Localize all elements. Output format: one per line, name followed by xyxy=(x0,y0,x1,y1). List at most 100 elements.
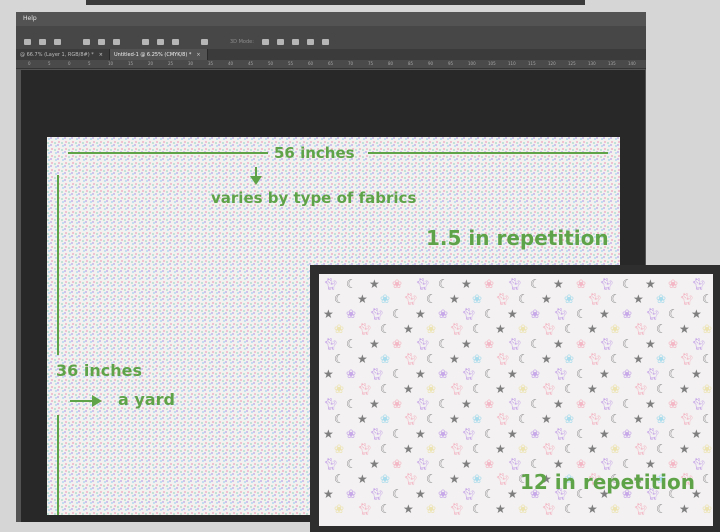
moon-icon: ☾ xyxy=(622,397,633,411)
moon-icon: ☾ xyxy=(438,277,449,291)
paw-icon: ❀ xyxy=(610,442,621,456)
star-icon: ★ xyxy=(645,337,656,351)
ruler-tick-label: 70 xyxy=(348,61,354,66)
width-dimension-line xyxy=(368,152,608,154)
paw-icon: ❀ xyxy=(392,277,403,291)
cat-icon: 🐈︎ xyxy=(645,307,661,321)
distribute-left-icon[interactable] xyxy=(142,39,149,45)
menu-help[interactable]: Help xyxy=(23,15,37,22)
paw-icon: ❀ xyxy=(668,277,679,291)
moon-icon: ☾ xyxy=(518,412,529,426)
tab-label: @ 66.7% (Layer 1, RGB/8#) * xyxy=(20,51,94,58)
cat-icon: 🐈︎ xyxy=(679,352,695,366)
moon-icon: ☾ xyxy=(564,442,575,456)
moon-icon: ☾ xyxy=(392,427,403,441)
paw-icon: ❀ xyxy=(484,397,495,411)
width-label: 56 inches xyxy=(274,144,355,162)
distribute-right-icon[interactable] xyxy=(172,39,179,45)
close-icon[interactable]: × xyxy=(196,52,200,58)
paw-icon: ❀ xyxy=(576,397,587,411)
star-icon: ★ xyxy=(587,502,598,516)
moon-icon: ☾ xyxy=(530,337,541,351)
moon-icon: ☾ xyxy=(576,307,587,321)
cat-icon: 🐈︎ xyxy=(553,307,569,321)
cat-icon: 🐈︎ xyxy=(495,292,511,306)
moon-icon: ☾ xyxy=(484,307,495,321)
star-icon: ★ xyxy=(599,427,610,441)
yard-label: a yard xyxy=(118,390,175,409)
paw-icon: ❀ xyxy=(656,412,667,426)
distribute-center-icon[interactable] xyxy=(157,39,164,45)
star-icon: ★ xyxy=(645,397,656,411)
align-left-icon[interactable] xyxy=(24,39,31,45)
horizontal-ruler[interactable]: 0 5 0 5 10 15 20 25 30 35 40 45 50 55 60 65 70 75 80 85 90 95… xyxy=(16,60,646,69)
moon-icon: ☾ xyxy=(426,412,437,426)
ruler-tick-label: 135 xyxy=(608,61,616,66)
ruler-tick-label: 90 xyxy=(428,61,434,66)
moon-icon: ☾ xyxy=(702,352,713,366)
varies-label: varies by type of fabrics xyxy=(211,189,417,207)
moon-icon: ☾ xyxy=(346,457,357,471)
moon-icon: ☾ xyxy=(334,472,345,486)
large-repetition-label: 12 in repetition xyxy=(520,470,695,494)
align-center-icon[interactable] xyxy=(39,39,46,45)
cat-icon: 🐈︎ xyxy=(403,292,419,306)
cat-icon: 🐈︎ xyxy=(645,367,661,381)
moon-icon: ☾ xyxy=(426,472,437,486)
cat-icon: 🐈︎ xyxy=(369,427,385,441)
star-icon: ★ xyxy=(449,292,460,306)
align-top-icon[interactable] xyxy=(83,39,90,45)
align-middle-icon[interactable] xyxy=(98,39,105,45)
paw-icon: ❀ xyxy=(484,457,495,471)
cat-icon: 🐈︎ xyxy=(495,472,511,486)
down-arrow-icon xyxy=(250,176,262,185)
paw-icon: ❀ xyxy=(438,487,449,501)
cat-icon: 🐈︎ xyxy=(415,397,431,411)
ruler-tick-label: 5 xyxy=(48,61,51,66)
moon-icon: ☾ xyxy=(668,307,679,321)
slide-3d-icon[interactable] xyxy=(306,39,314,45)
star-icon: ★ xyxy=(645,457,656,471)
right-arrow-icon xyxy=(92,395,102,407)
rotate-3d-icon[interactable] xyxy=(261,39,269,45)
close-icon[interactable]: × xyxy=(99,52,103,58)
star-icon: ★ xyxy=(403,502,414,516)
paw-icon: ❀ xyxy=(656,352,667,366)
cat-icon: 🐈︎ xyxy=(541,502,557,516)
roll-3d-icon[interactable] xyxy=(276,39,284,45)
paw-icon: ❀ xyxy=(438,367,449,381)
tab-untitled-1[interactable]: Untitled-1 @ 6.25% (CMYK/8) * × xyxy=(109,49,208,60)
star-icon: ★ xyxy=(587,322,598,336)
cat-icon: 🐈︎ xyxy=(495,412,511,426)
ruler-tick-label: 25 xyxy=(168,61,174,66)
paw-icon: ❀ xyxy=(610,382,621,396)
tab-label: Untitled-1 @ 6.25% (CMYK/8) * xyxy=(113,51,192,58)
moon-icon: ☾ xyxy=(702,412,713,426)
paw-icon: ❀ xyxy=(622,427,633,441)
paw-icon: ❀ xyxy=(564,412,575,426)
paw-icon: ❀ xyxy=(702,322,713,336)
ruler-tick-label: 130 xyxy=(588,61,596,66)
document-tab-bar: @ 66.7% (Layer 1, RGB/8#) * × Untitled-1… xyxy=(16,49,646,60)
star-icon: ★ xyxy=(507,427,518,441)
moon-icon: ☾ xyxy=(576,367,587,381)
auto-align-icon[interactable] xyxy=(201,39,208,45)
paw-icon: ❀ xyxy=(334,322,345,336)
paw-icon: ❀ xyxy=(392,457,403,471)
align-right-icon[interactable] xyxy=(54,39,61,45)
paw-icon: ❀ xyxy=(346,307,357,321)
camera-3d-icon[interactable] xyxy=(321,39,329,45)
height-dimension-line xyxy=(57,175,59,355)
star-icon: ★ xyxy=(679,442,690,456)
drag-3d-icon[interactable] xyxy=(291,39,299,45)
align-bottom-icon[interactable] xyxy=(113,39,120,45)
ruler-tick-label: 15 xyxy=(128,61,134,66)
moon-icon: ☾ xyxy=(472,382,483,396)
paw-icon: ❀ xyxy=(622,307,633,321)
moon-icon: ☾ xyxy=(564,322,575,336)
paw-icon: ❀ xyxy=(622,367,633,381)
tab-layer-1[interactable]: @ 66.7% (Layer 1, RGB/8#) * × xyxy=(16,49,110,60)
ruler-tick-label: 115 xyxy=(528,61,536,66)
cat-icon: 🐈︎ xyxy=(553,427,569,441)
star-icon: ★ xyxy=(587,382,598,396)
